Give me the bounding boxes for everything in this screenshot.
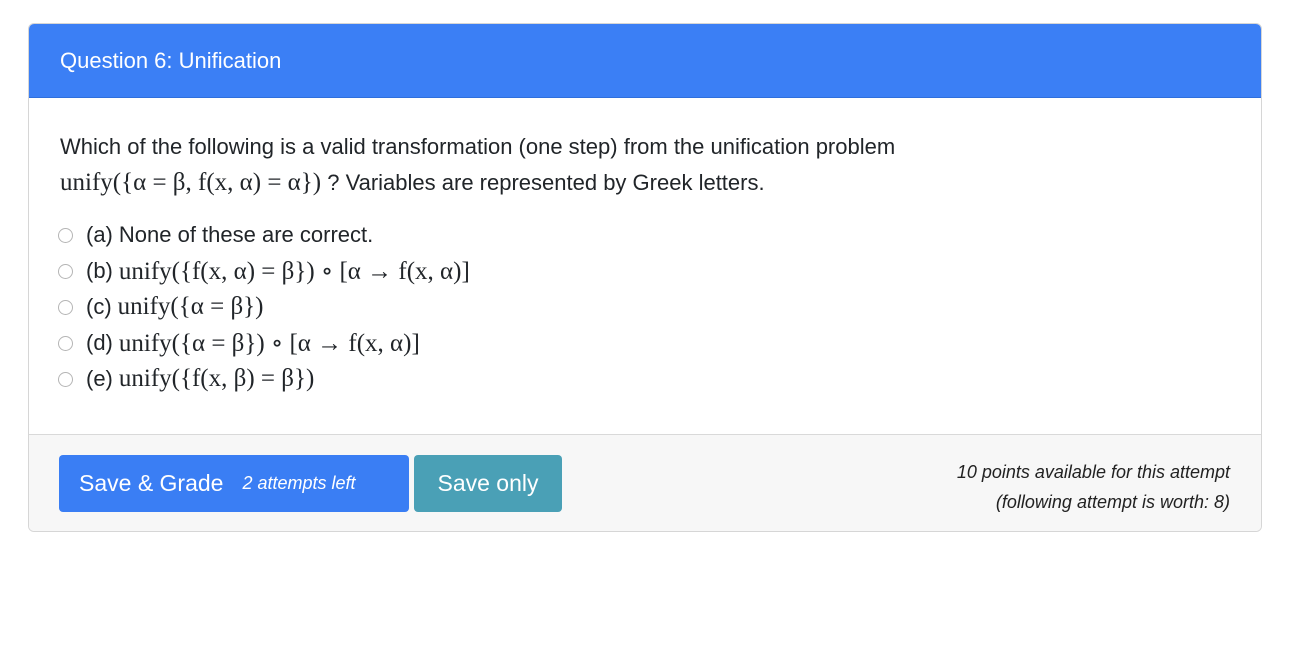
points-available-text: 10 points available for this attempt	[956, 462, 1230, 482]
option-label: (e)	[86, 366, 113, 391]
option-math: unify({f(x, α) = β}) ∘ [α → f(x, α)]	[118, 258, 470, 285]
option-math: unify({α = β})	[117, 293, 264, 320]
question-footer: Save & Grade 2 attempts left Save only 1…	[29, 435, 1261, 531]
points-info: 10 points available for this attempt (fo…	[957, 457, 1230, 517]
option-label: (b)	[86, 258, 113, 283]
save-and-grade-label: Save & Grade	[79, 470, 224, 496]
option-label: (a)	[86, 222, 113, 247]
question-text-suffix: ? Variables are represented by Greek let…	[321, 170, 765, 195]
radio-button-d[interactable]	[58, 335, 73, 351]
next-attempt-worth-text: (following attempt is worth: 8)	[995, 492, 1230, 512]
radio-button-c[interactable]	[58, 299, 73, 315]
question-title: Question 6: Unification	[60, 47, 282, 73]
radio-button-b[interactable]	[58, 263, 73, 279]
attempts-left-badge: 2 attempts left	[242, 473, 356, 493]
option-label: (c)	[86, 294, 112, 319]
answer-options: (a) None of these are correct. (b) unify…	[58, 217, 1231, 397]
option-text: None of these are correct.	[118, 222, 374, 247]
answer-option-d[interactable]: (d) unify({α = β}) ∘ [α → f(x, α)]	[58, 325, 1231, 361]
save-only-label: Save only	[437, 470, 539, 496]
answer-option-a[interactable]: (a) None of these are correct.	[58, 217, 1231, 253]
answer-option-e[interactable]: (e) unify({f(x, β) = β})	[58, 361, 1231, 397]
save-and-grade-button[interactable]: Save & Grade 2 attempts left	[59, 455, 409, 512]
question-prompt: Which of the following is a valid transf…	[60, 129, 1231, 201]
question-body: Which of the following is a valid transf…	[29, 98, 1261, 435]
radio-button-e[interactable]	[58, 371, 73, 387]
question-header: Question 6: Unification	[29, 24, 1261, 98]
question-card: Question 6: Unification Which of the fol…	[28, 23, 1262, 532]
question-math-problem: unify({α = β, f(x, α) = α})	[60, 169, 322, 196]
save-only-button[interactable]: Save only	[414, 455, 562, 512]
answer-option-c[interactable]: (c) unify({α = β})	[58, 289, 1231, 325]
answer-option-b[interactable]: (b) unify({f(x, α) = β}) ∘ [α → f(x, α)]	[58, 253, 1231, 289]
option-label: (d)	[86, 330, 113, 355]
radio-button-a[interactable]	[58, 227, 73, 243]
option-math: unify({f(x, β) = β})	[118, 365, 315, 392]
option-math: unify({α = β}) ∘ [α → f(x, α)]	[118, 330, 420, 357]
question-text: Which of the following is a valid transf…	[60, 134, 896, 159]
